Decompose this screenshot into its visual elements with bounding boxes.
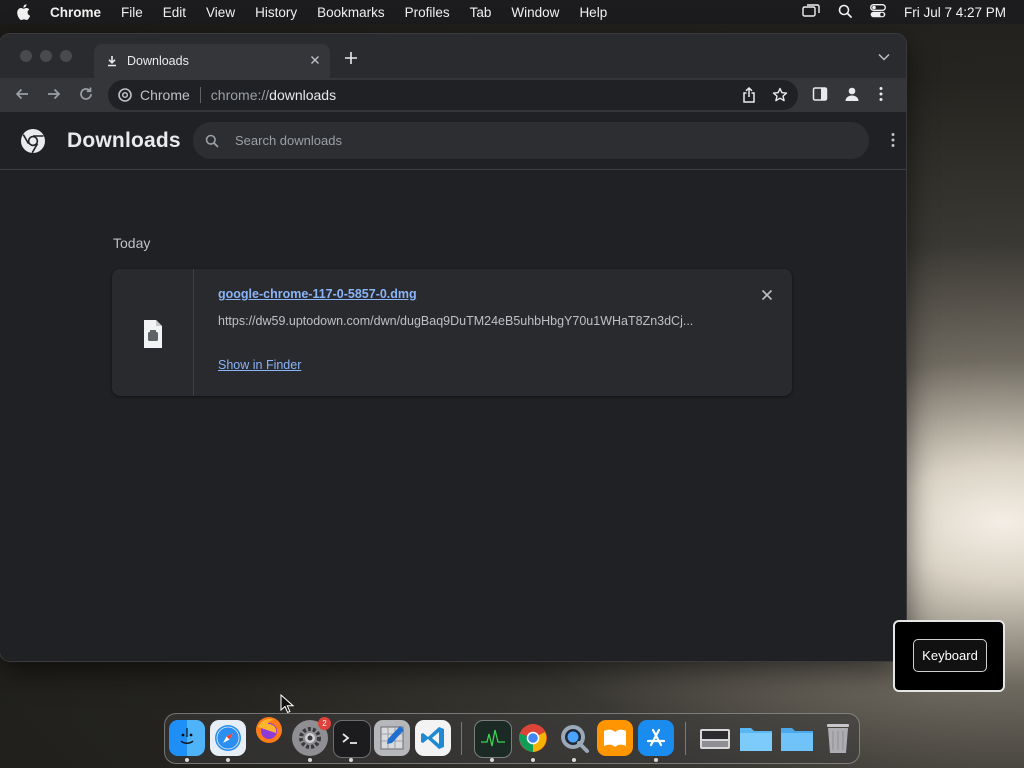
dock-downloads-folder-icon[interactable] — [779, 720, 815, 756]
dock-screenshots-stack-icon[interactable] — [697, 720, 733, 756]
omnibox-separator — [199, 87, 201, 103]
downloads-search[interactable] — [193, 122, 869, 159]
dock-firefox-icon[interactable] — [251, 712, 287, 748]
menu-bookmarks[interactable]: Bookmarks — [317, 5, 385, 20]
tab-search-chevron-icon[interactable] — [878, 53, 890, 61]
show-in-finder-link[interactable]: Show in Finder — [218, 358, 301, 372]
dock-terminal-icon[interactable] — [333, 720, 371, 758]
control-center-icon[interactable] — [870, 3, 886, 21]
chrome-logo-icon — [20, 128, 46, 154]
menu-file[interactable]: File — [121, 5, 143, 20]
download-file-name-link[interactable]: google-chrome-117-0-5857-0.dmg — [218, 287, 417, 301]
downloads-header: Downloads — [0, 112, 906, 170]
profile-avatar-icon[interactable] — [844, 86, 860, 102]
dock-documents-folder-icon[interactable] — [738, 720, 774, 756]
share-icon[interactable] — [742, 87, 756, 103]
download-source-url: https://dw59.uptodown.com/dwn/dugBaq9DuT… — [218, 314, 694, 328]
menu-window[interactable]: Window — [511, 5, 559, 20]
dock-quicktime-icon[interactable] — [556, 720, 592, 756]
dock-books-icon[interactable] — [597, 720, 633, 756]
tab-title: Downloads — [127, 54, 189, 68]
chrome-window: Downloads Chrome chrome:// downloads Dow… — [0, 34, 906, 661]
file-icon-column — [112, 269, 194, 396]
section-date-heading: Today — [113, 235, 151, 251]
menu-edit[interactable]: Edit — [163, 5, 186, 20]
back-arrow-icon[interactable] — [14, 86, 30, 102]
dock-system-settings-icon[interactable]: 2 — [292, 717, 331, 756]
dock-activity-monitor-icon[interactable] — [474, 720, 512, 758]
window-controls — [20, 50, 72, 62]
new-tab-icon[interactable] — [344, 51, 358, 65]
chrome-site-icon — [118, 88, 132, 102]
dock-running-dot — [531, 758, 535, 762]
apple-menu-icon[interactable] — [16, 0, 34, 24]
search-icon — [205, 134, 219, 148]
menu-view[interactable]: View — [206, 5, 235, 20]
dock: 2 — [164, 713, 860, 764]
dock-running-dot — [654, 758, 658, 762]
downloads-more-icon[interactable] — [890, 132, 896, 148]
page-title: Downloads — [67, 129, 181, 152]
dock-trash-icon[interactable] — [820, 720, 856, 756]
menu-profiles[interactable]: Profiles — [405, 5, 450, 20]
dmg-file-icon — [142, 319, 164, 349]
dock-running-dot — [349, 758, 353, 762]
url-scheme: chrome:// — [210, 87, 270, 103]
spotlight-icon[interactable] — [838, 4, 852, 21]
browser-toolbar: Chrome chrome:// downloads — [0, 78, 906, 112]
download-item: google-chrome-117-0-5857-0.dmg https://d… — [112, 269, 792, 396]
close-window-button[interactable] — [20, 50, 32, 62]
tab-strip: Downloads — [0, 34, 906, 78]
dock-safari-icon[interactable] — [210, 720, 246, 756]
downloads-page: Downloads Today google-chrome-117-0-5857… — [0, 112, 906, 661]
notification-badge: 2 — [318, 717, 331, 730]
side-panel-icon[interactable] — [812, 86, 828, 102]
menu-history[interactable]: History — [255, 5, 297, 20]
mouse-cursor-icon — [280, 694, 294, 714]
dock-running-dot — [308, 758, 312, 762]
dock-running-dot — [490, 758, 494, 762]
zoom-window-button[interactable] — [60, 50, 72, 62]
dock-running-dot — [226, 758, 230, 762]
menu-help[interactable]: Help — [579, 5, 607, 20]
screen-mirroring-icon[interactable] — [802, 3, 820, 21]
menu-tab[interactable]: Tab — [470, 5, 492, 20]
url-path: downloads — [269, 87, 337, 103]
address-bar[interactable]: Chrome chrome:// downloads — [108, 80, 798, 110]
dock-chrome-icon[interactable] — [515, 720, 551, 756]
download-icon — [106, 55, 118, 67]
keyboard-widget: Keyboard — [893, 620, 1005, 692]
dock-script-editor-icon[interactable] — [374, 720, 410, 756]
browser-menu-icon[interactable] — [878, 86, 884, 102]
dock-divider — [461, 722, 462, 755]
omnibox-chip-label: Chrome — [140, 87, 190, 103]
menu-bar: Chrome File Edit View History Bookmarks … — [0, 0, 1024, 24]
remove-download-close-icon[interactable] — [760, 288, 774, 302]
forward-arrow-icon[interactable] — [46, 86, 62, 102]
dock-running-dot — [572, 758, 576, 762]
search-downloads-input[interactable] — [233, 132, 837, 149]
tab-close-icon[interactable] — [308, 53, 322, 67]
dock-app-store-icon[interactable] — [638, 720, 674, 756]
minimize-window-button[interactable] — [40, 50, 52, 62]
reload-icon[interactable] — [78, 86, 94, 102]
menu-app-name[interactable]: Chrome — [50, 5, 101, 20]
bookmark-star-icon[interactable] — [772, 87, 788, 103]
keyboard-button[interactable]: Keyboard — [913, 639, 987, 672]
dock-vscode-icon[interactable] — [415, 720, 451, 756]
tab-downloads[interactable]: Downloads — [94, 44, 330, 78]
menu-clock[interactable]: Fri Jul 7 4:27 PM — [904, 5, 1006, 20]
dock-running-dot — [185, 758, 189, 762]
dock-divider — [685, 722, 686, 755]
dock-finder-icon[interactable] — [169, 720, 205, 756]
